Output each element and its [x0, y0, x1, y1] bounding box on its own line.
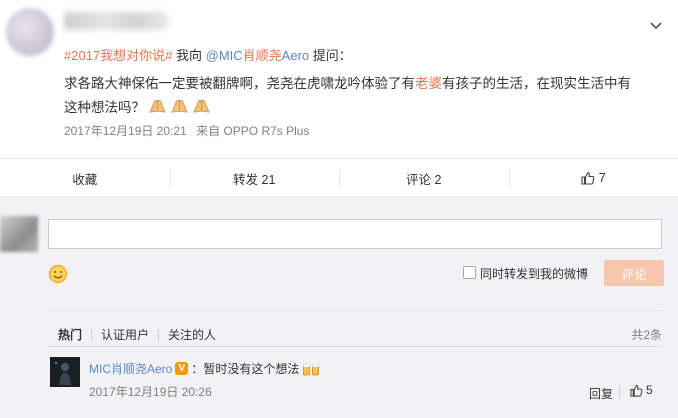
favorite-label: 收藏 — [72, 172, 98, 187]
body-text: 求各路大神保佑一定要被翻牌啊，尧尧在虎啸龙吟体验了有 — [64, 76, 415, 91]
tab-hot[interactable]: 热门 — [58, 326, 82, 343]
comment-button[interactable]: 评论 2 — [339, 159, 509, 197]
tab-verified[interactable]: 认证用户 — [101, 326, 149, 343]
commenter-avatar-image — [50, 357, 80, 387]
like-count: 7 — [598, 171, 606, 185]
favorite-button[interactable]: 收藏 — [0, 159, 170, 197]
repost-button[interactable]: 转发 21 — [169, 159, 340, 197]
ask-suffix: 提问： — [309, 48, 352, 63]
separator — [619, 386, 620, 398]
tab-following[interactable]: 关注的人 — [168, 326, 216, 343]
action-bar: 收藏 转发 21 评论 2 7 — [0, 158, 678, 197]
mention-name: 肖顺尧 — [242, 48, 282, 63]
body-text: 这种想法吗？ — [64, 100, 145, 115]
post-header-line: #2017我想对你说# 我向 @MIC肖顺尧Aero 提问： — [64, 45, 352, 64]
current-user-avatar — [0, 216, 38, 252]
comment-total: 共2条 — [631, 328, 662, 342]
mention-suffix: Aero — [281, 48, 310, 63]
beer-cheers-icon — [303, 363, 320, 375]
post-meta: 2017年12月19日 20:21 来自 OPPO R7s Plus — [64, 122, 309, 139]
comment-text: ：暂时没有这个想法 — [191, 362, 300, 376]
tab-separator — [91, 328, 93, 341]
comment-label: 评论 2 — [406, 172, 442, 187]
comment-filter-tabs: 热门 认证用户 关注的人 — [58, 326, 216, 343]
post-source: 来自 OPPO R7s Plus — [196, 124, 310, 138]
repost-label: 转发 21 — [233, 172, 276, 187]
emoji-picker-icon[interactable] — [48, 264, 68, 284]
author-name-blurred[interactable] — [64, 12, 168, 30]
comment-input[interactable] — [48, 219, 662, 249]
divider — [48, 310, 662, 311]
comment-line: MIC肖顺尧Aero V ：暂时没有这个想法 — [89, 360, 320, 377]
comment-like-count: 5 — [646, 383, 653, 397]
ask-prefix: 我向 — [172, 48, 206, 63]
post-time[interactable]: 2017年12月19日 20:21 — [64, 124, 187, 138]
like-button[interactable]: 7 — [508, 159, 678, 197]
comment-time: 2017年12月19日 20:26 — [89, 385, 212, 399]
submit-comment-button[interactable]: 评论 — [604, 260, 664, 286]
comment-like-button[interactable]: 5 — [630, 383, 653, 397]
reply-button[interactable]: 回复 — [589, 385, 613, 402]
body-highlight: 老婆 — [415, 76, 442, 91]
tab-separator — [158, 328, 160, 341]
verified-badge-icon: V — [175, 362, 189, 375]
palm-icon — [149, 99, 166, 113]
post-body-line-1: 求各路大神保佑一定要被翻牌啊，尧尧在虎啸龙吟体验了有老婆有孩子的生活，在现实生活… — [64, 72, 631, 92]
post-body-line-2: 这种想法吗？ — [64, 96, 211, 116]
body-text: 有孩子的生活，在现实生活中有 — [442, 76, 631, 91]
thumbs-up-icon — [581, 171, 595, 185]
chevron-down-icon[interactable] — [648, 18, 664, 34]
repost-checkbox[interactable] — [463, 266, 476, 279]
divider — [48, 346, 662, 347]
repost-checkbox-label[interactable]: 同时转发到我的微博 — [480, 265, 588, 282]
author-avatar[interactable] — [6, 8, 54, 56]
palm-icon — [171, 99, 188, 113]
commenter-avatar[interactable] — [50, 357, 80, 387]
palm-icon — [193, 99, 210, 113]
topic-link[interactable]: #2017我想对你说# — [64, 48, 172, 63]
mention-at: @MIC — [205, 48, 243, 63]
commenter-name[interactable]: MIC肖顺尧Aero — [89, 360, 172, 377]
thumbs-up-icon — [630, 384, 643, 397]
mention-link[interactable]: @MIC肖顺尧Aero — [206, 48, 310, 63]
